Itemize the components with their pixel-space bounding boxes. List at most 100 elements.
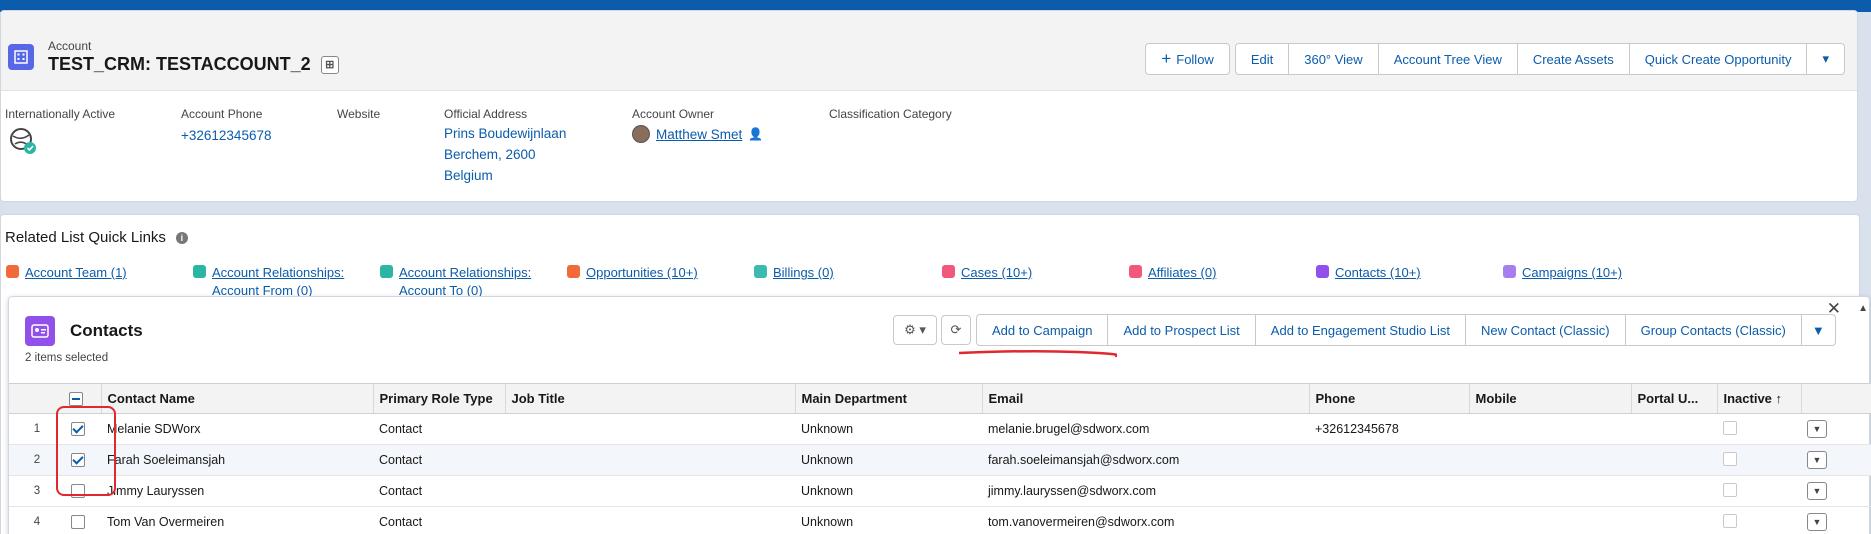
column-email[interactable]: Email: [982, 383, 1310, 414]
plus-icon: +: [1161, 49, 1172, 68]
address-line-2[interactable]: Berchem, 2600: [444, 144, 566, 165]
settings-button[interactable]: ⚙ ▾: [893, 315, 937, 345]
chevron-down-icon: ▼: [1807, 451, 1827, 469]
select-all-checkbox[interactable]: [65, 383, 102, 414]
add-to-campaign-button[interactable]: Add to Campaign: [976, 314, 1109, 346]
column-contact-name[interactable]: Contact Name: [101, 383, 374, 414]
create-assets-button[interactable]: Create Assets: [1516, 43, 1630, 75]
contact-name-link[interactable]: Farah Soeleimansjah: [101, 444, 373, 476]
page-title: TEST_CRM: TESTACCOUNT_2: [48, 54, 311, 74]
row-checkbox[interactable]: [65, 444, 101, 476]
chevron-down-icon: ▼: [1811, 322, 1825, 338]
inactive-checkbox: [1717, 413, 1801, 445]
email-link[interactable]: tom.vanovermeiren@sdworx.com: [982, 506, 1309, 534]
follow-button[interactable]: + Follow: [1145, 43, 1230, 75]
quick-create-opportunity-button[interactable]: Quick Create Opportunity: [1628, 43, 1808, 75]
contact-name-link[interactable]: Jimmy Lauryssen: [101, 475, 373, 507]
column-mobile[interactable]: Mobile: [1469, 383, 1632, 414]
globe-check-icon: [10, 128, 36, 154]
quick-link-campaigns[interactable]: Campaigns (10+): [1503, 264, 1622, 282]
scroll-up-icon[interactable]: ▲: [1858, 303, 1868, 314]
refresh-button[interactable]: ⟳: [941, 315, 971, 345]
row-action-button[interactable]: ▼: [1801, 413, 1871, 445]
field-official-address: Official Address Prins Boudewijnlaan Ber…: [444, 107, 566, 186]
row-checkbox[interactable]: [65, 413, 101, 445]
contact-name-link[interactable]: Tom Van Overmeiren: [101, 506, 373, 534]
row-action-button[interactable]: ▼: [1801, 444, 1871, 476]
change-owner-icon[interactable]: 👤: [748, 127, 763, 141]
more-contact-actions-button[interactable]: ▼: [1801, 314, 1836, 346]
contact-card-icon: [25, 316, 55, 346]
account-tree-view-button[interactable]: Account Tree View: [1377, 43, 1518, 75]
campaign-icon: [1503, 265, 1516, 278]
account-icon: [8, 44, 34, 70]
chevron-down-icon: ▼: [1807, 482, 1827, 500]
new-contact-classic-button[interactable]: New Contact (Classic): [1465, 314, 1626, 346]
add-to-prospect-list-button[interactable]: Add to Prospect List: [1107, 314, 1256, 346]
contacts-actions: Add to Campaign Add to Prospect List Add…: [976, 314, 1836, 346]
field-classification-category: Classification Category: [829, 107, 952, 121]
table-row: 1 Melanie SDWorx Contact Unknown melanie…: [9, 413, 1871, 445]
quick-link-billings[interactable]: Billings (0): [754, 264, 834, 282]
column-phone[interactable]: Phone: [1309, 383, 1470, 414]
quick-link-account-team[interactable]: Account Team (1): [6, 264, 127, 282]
address-line-3[interactable]: Belgium: [444, 165, 566, 186]
quick-link-account-relationships-to[interactable]: Account Relationships: Account To (0): [380, 264, 545, 300]
email-link[interactable]: farah.soeleimansjah@sdworx.com: [982, 444, 1309, 476]
field-account-owner: Account Owner Matthew Smet 👤: [632, 107, 764, 143]
affiliate-icon: [1129, 265, 1142, 278]
chevron-down-icon: ▾: [1822, 51, 1829, 66]
gear-icon: ⚙ ▾: [904, 322, 926, 337]
billing-icon: [754, 265, 767, 278]
table-row: 4 Tom Van Overmeiren Contact Unknown tom…: [9, 506, 1871, 534]
column-primary-role-type[interactable]: Primary Role Type: [373, 383, 506, 414]
avatar: [632, 125, 650, 143]
row-checkbox[interactable]: [65, 506, 101, 534]
add-to-engagement-studio-list-button[interactable]: Add to Engagement Studio List: [1254, 314, 1467, 346]
contact-icon: [1316, 265, 1329, 278]
relationship-icon: [193, 265, 206, 278]
contact-name-link[interactable]: Melanie SDWorx: [101, 413, 373, 445]
table-row: 2 Farah Soeleimansjah Contact Unknown fa…: [9, 444, 1871, 476]
column-main-department[interactable]: Main Department: [795, 383, 983, 414]
owner-link[interactable]: Matthew Smet: [656, 127, 742, 142]
quick-link-affiliates[interactable]: Affiliates (0): [1129, 264, 1216, 282]
inactive-checkbox: [1717, 444, 1801, 476]
contacts-table: Contact Name Primary Role Type Job Title…: [9, 383, 1871, 534]
team-icon: [6, 265, 19, 278]
record-header: Account TEST_CRM: TESTACCOUNT_2 ⊞ + Follo…: [1, 11, 1857, 91]
row-action-button[interactable]: ▼: [1801, 506, 1871, 534]
hierarchy-icon[interactable]: ⊞: [320, 55, 339, 74]
quick-link-opportunities[interactable]: Opportunities (10+): [567, 264, 698, 282]
row-checkbox[interactable]: [65, 475, 101, 507]
group-contacts-classic-button[interactable]: Group Contacts (Classic): [1624, 314, 1802, 346]
quick-link-cases[interactable]: Cases (10+): [942, 264, 1032, 282]
email-link[interactable]: melanie.brugel@sdworx.com: [982, 413, 1309, 445]
contacts-related-list: Contacts 2 items selected ✕ ▲ ⚙ ▾ ⟳ Add …: [8, 296, 1871, 534]
inactive-checkbox: [1717, 506, 1801, 534]
quick-links-title: Related List Quick Links i: [5, 229, 188, 246]
header-actions: + Follow Edit 360° View Account Tree View…: [1145, 43, 1845, 75]
edit-button[interactable]: Edit: [1234, 43, 1290, 75]
case-icon: [942, 265, 955, 278]
more-actions-button[interactable]: ▾: [1806, 43, 1845, 75]
360-view-button[interactable]: 360° View: [1288, 43, 1379, 75]
info-icon[interactable]: i: [175, 231, 188, 244]
opportunity-icon: [567, 265, 580, 278]
annotation-underline: [958, 349, 1117, 358]
chevron-down-icon: ▼: [1807, 420, 1827, 438]
email-link[interactable]: jimmy.lauryssen@sdworx.com: [982, 475, 1309, 507]
phone-link[interactable]: +32612345678: [181, 125, 271, 146]
address-line-1[interactable]: Prins Boudewijnlaan: [444, 123, 566, 144]
quick-link-account-relationships-from[interactable]: Account Relationships: Account From (0): [193, 264, 358, 300]
column-portal-user[interactable]: Portal U...: [1631, 383, 1718, 414]
list-tools: ⚙ ▾: [893, 315, 943, 345]
field-account-phone: Account Phone +32612345678: [181, 107, 271, 146]
column-job-title[interactable]: Job Title: [505, 383, 796, 414]
row-action-button[interactable]: ▼: [1801, 475, 1871, 507]
quick-link-contacts[interactable]: Contacts (10+): [1316, 264, 1421, 282]
field-website: Website: [337, 107, 381, 121]
account-highlights-panel: Account TEST_CRM: TESTACCOUNT_2 ⊞ + Follo…: [0, 10, 1858, 202]
refresh-icon: ⟳: [950, 322, 962, 337]
column-inactive[interactable]: Inactive ↑: [1717, 383, 1802, 414]
